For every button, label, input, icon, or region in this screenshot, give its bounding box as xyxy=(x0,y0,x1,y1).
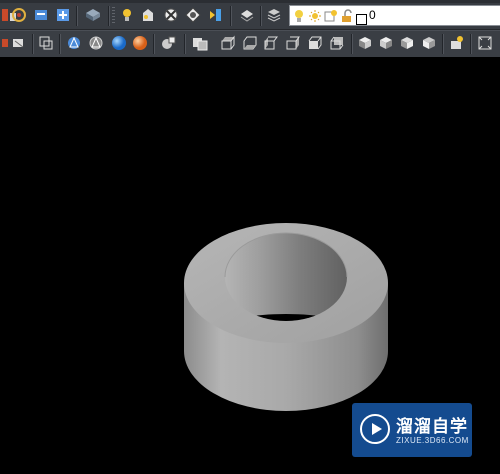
layer-viewport-icon[interactable] xyxy=(324,8,338,27)
layer-dropdown[interactable]: 0 xyxy=(289,5,500,26)
play-icon xyxy=(360,414,390,444)
layer-freeze-icon[interactable] xyxy=(308,8,322,27)
view-toolbar xyxy=(0,30,500,58)
layer-unlock-icon[interactable] xyxy=(340,8,354,27)
se-iso-icon[interactable] xyxy=(377,34,395,52)
freeze-icon[interactable] xyxy=(139,6,157,24)
layer-manager-icon[interactable] xyxy=(10,6,28,24)
sun-icon[interactable] xyxy=(184,6,202,24)
bottom-view-icon[interactable] xyxy=(241,34,259,52)
realistic-icon[interactable] xyxy=(110,34,128,52)
left-view-icon[interactable] xyxy=(262,34,280,52)
render-wire-icon[interactable] xyxy=(10,34,28,52)
top-view-icon[interactable] xyxy=(219,34,237,52)
wireframe-icon[interactable] xyxy=(87,34,105,52)
lightbulb-blue-icon[interactable] xyxy=(206,6,224,24)
back-view-icon[interactable] xyxy=(328,34,346,52)
right-view-icon[interactable] xyxy=(284,34,302,52)
layer-previous-icon[interactable] xyxy=(54,6,72,24)
lightbulb-icon[interactable] xyxy=(118,6,136,24)
ne-iso-icon[interactable] xyxy=(398,34,416,52)
nw-iso-icon[interactable] xyxy=(420,34,438,52)
hidden-style-icon[interactable] xyxy=(65,34,83,52)
layer-list-icon[interactable] xyxy=(265,6,283,24)
conceptual-icon[interactable] xyxy=(131,34,149,52)
front-view-icon[interactable] xyxy=(306,34,324,52)
lock-icon[interactable] xyxy=(238,6,256,24)
camera-icon[interactable] xyxy=(448,34,466,52)
layer-color-swatch-icon xyxy=(356,10,367,29)
layer-on-icon[interactable] xyxy=(292,8,306,27)
layer-name: 0 xyxy=(369,8,376,22)
viewport-icon[interactable] xyxy=(476,34,494,52)
region-icon[interactable] xyxy=(37,34,55,52)
render-icon[interactable] xyxy=(162,6,180,24)
watermark-name: 溜溜自学 xyxy=(396,417,468,437)
watermark-url: ZIXUE.3D66.COM xyxy=(396,436,469,445)
sw-iso-icon[interactable] xyxy=(356,34,374,52)
layer-list-icon[interactable] xyxy=(84,6,102,24)
visual-styles-icon[interactable] xyxy=(159,34,177,52)
watermark-logo: 溜溜自学 ZIXUE.3D66.COM xyxy=(352,403,472,457)
named-views-icon[interactable] xyxy=(191,34,209,52)
standard-toolbar: 0 xyxy=(0,3,500,30)
layer-states-icon[interactable] xyxy=(32,6,50,24)
